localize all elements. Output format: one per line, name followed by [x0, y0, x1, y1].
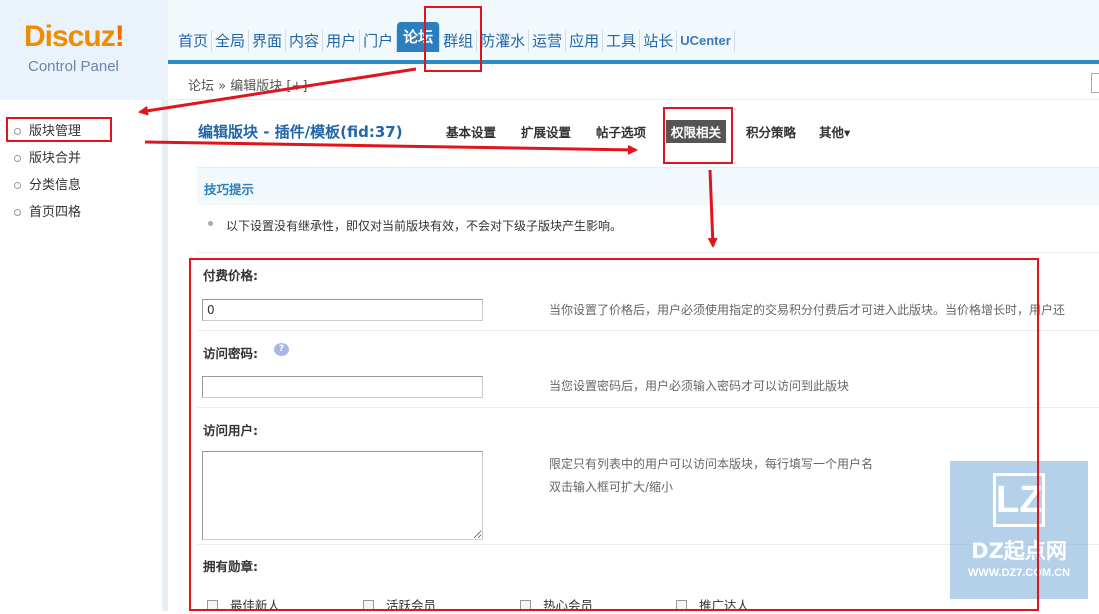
arrow-to-fields	[707, 169, 718, 248]
arrow-to-sidebar	[138, 67, 417, 116]
annotation-arrows	[138, 67, 718, 248]
arrow-to-permissions-tab	[144, 140, 638, 155]
